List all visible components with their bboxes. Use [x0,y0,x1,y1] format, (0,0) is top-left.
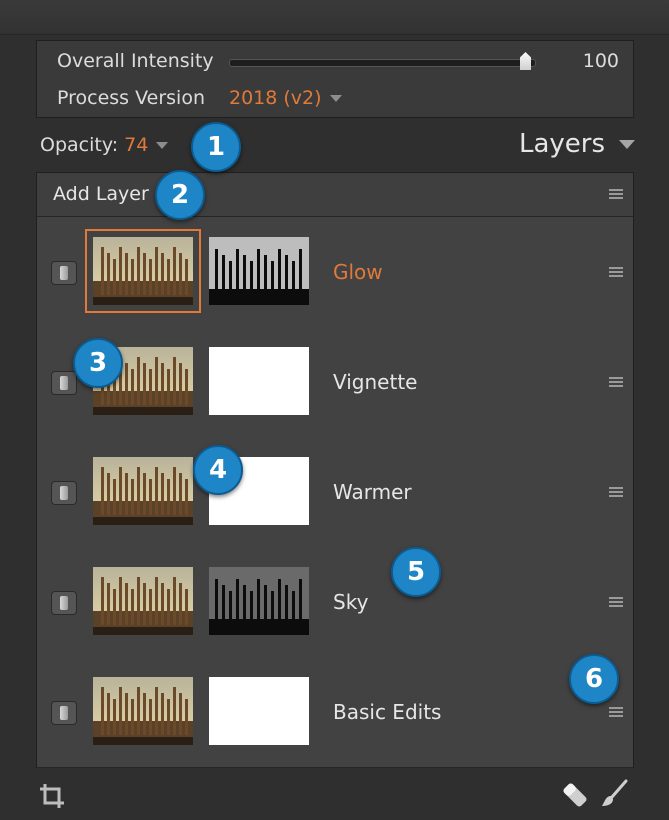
opacity-control[interactable]: Opacity: 74 [40,134,169,156]
layer-row[interactable]: Vignette [37,327,633,438]
overall-intensity-slider[interactable] [229,59,536,67]
layer-visibility-toggle[interactable] [51,261,77,285]
layer-thumbnail[interactable] [93,457,193,525]
layer-mask-thumbnail[interactable] [209,677,309,745]
layer-row[interactable]: Sky [37,547,633,658]
callout-5: 5 [391,547,441,597]
slider-handle[interactable] [520,52,531,70]
menu-icon[interactable] [609,597,623,609]
layer-row[interactable]: Glow [37,217,633,328]
brush-icon[interactable] [598,778,630,810]
callout-2: 2 [155,170,205,220]
layers-panel-menu[interactable]: Layers [519,129,635,159]
callout-1: 1 [191,122,241,172]
layer-name: Basic Edits [333,700,442,724]
chevron-down-icon [619,140,635,149]
process-version-dropdown[interactable]: 2018 (v2) [229,87,342,109]
bottom-toolbar [0,770,669,820]
menu-icon[interactable] [609,377,623,389]
callout-4: 4 [193,445,243,495]
menu-icon[interactable] [609,267,623,279]
layer-name: Glow [333,260,383,284]
layer-row[interactable]: Warmer [37,437,633,548]
layer-visibility-toggle[interactable] [51,591,77,615]
crop-icon[interactable] [38,782,66,810]
add-layer-button[interactable]: Add Layer [37,173,633,217]
opacity-label: Opacity: [40,134,119,156]
layer-mask-thumbnail[interactable] [209,237,309,305]
eraser-icon[interactable] [560,780,590,810]
layer-visibility-toggle[interactable] [51,701,77,725]
menu-icon[interactable] [609,189,623,201]
callout-3: 3 [73,338,123,388]
layer-mask-thumbnail[interactable] [209,347,309,415]
layer-visibility-toggle[interactable] [51,371,77,395]
callout-6: 6 [569,654,619,704]
panel-title: Layers [518,129,605,159]
process-version-value: 2018 (v2) [229,87,322,109]
layer-thumbnail[interactable] [85,229,201,313]
add-layer-label: Add Layer [53,183,149,205]
layer-row[interactable]: Basic Edits [37,657,633,768]
top-strip [0,0,669,35]
layer-name: Warmer [333,480,412,504]
chevron-down-icon [329,95,342,102]
menu-icon[interactable] [609,487,623,499]
opacity-value: 74 [124,134,149,156]
layer-thumbnail[interactable] [93,677,193,745]
layer-mask-thumbnail[interactable] [209,567,309,635]
chevron-down-icon [156,142,169,149]
menu-icon[interactable] [609,707,623,719]
layer-name: Sky [333,590,369,614]
overall-intensity-label: Overall Intensity [57,50,214,72]
layer-name: Vignette [333,370,418,394]
overall-intensity-value: 100 [582,50,619,72]
process-version-label: Process Version [57,87,205,109]
layers-panel: Add Layer Glow Vignette Warmer Sky Basic Edi… [36,172,634,768]
layer-thumbnail[interactable] [93,567,193,635]
settings-box: Overall Intensity 100 Process Version 20… [36,40,634,118]
layer-visibility-toggle[interactable] [51,481,77,505]
